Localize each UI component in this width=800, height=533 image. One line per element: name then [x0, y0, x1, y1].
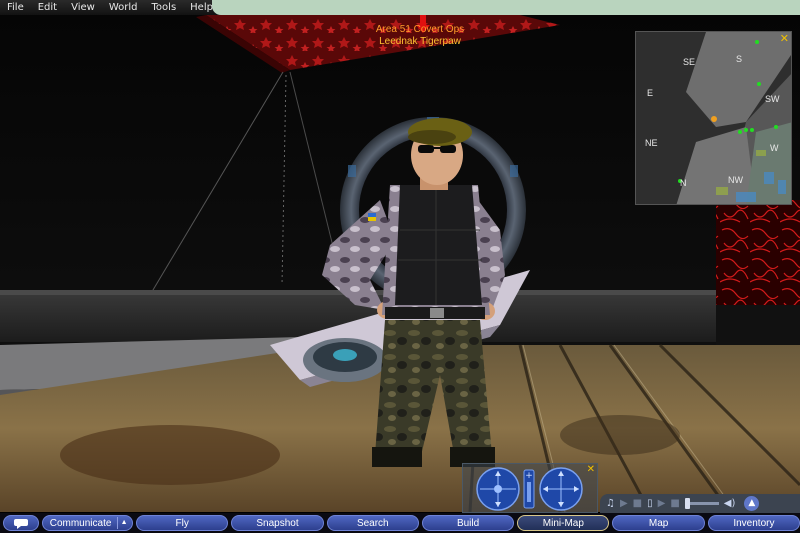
- communicate-button[interactable]: Communicate ▲: [41, 515, 134, 531]
- chat-bubble-graphic: [13, 518, 28, 529]
- compass-sw-label: SW: [765, 94, 780, 104]
- menu-edit[interactable]: Edit: [31, 0, 64, 15]
- chat-bubble-icon[interactable]: [3, 515, 39, 531]
- compass-n-label: N: [680, 178, 687, 188]
- mini-map-panel[interactable]: SE S E SW NE W N NW ✕: [635, 31, 792, 205]
- search-button[interactable]: Search: [326, 515, 419, 531]
- avatar-name: Leednak Tigerpaw: [379, 36, 461, 47]
- mini-map-terrain: [636, 32, 791, 204]
- chevron-up-icon[interactable]: ▲: [117, 517, 130, 529]
- stop-icon[interactable]: ■: [633, 494, 642, 513]
- menu-tools[interactable]: Tools: [145, 0, 184, 15]
- volume-icon[interactable]: ◀): [724, 494, 736, 513]
- play-icon[interactable]: ▶: [620, 494, 628, 513]
- mini-map-button[interactable]: Mini-Map: [517, 515, 610, 531]
- compass-nw-label: NW: [728, 175, 743, 185]
- menu-bar: File Edit View World Tools Help: [0, 0, 800, 15]
- compass-w-label: W: [770, 143, 779, 153]
- menu-file[interactable]: File: [0, 0, 31, 15]
- pan-joystick-icon[interactable]: [539, 467, 583, 511]
- menu-world[interactable]: World: [102, 0, 145, 15]
- inventory-button[interactable]: Inventory: [707, 515, 800, 531]
- menu-bar-status-area: [212, 0, 800, 15]
- bottom-toolbar: Communicate ▲ Fly Snapshot Search Build …: [0, 513, 800, 533]
- avatar-name-tag: Area 51 Covert Ops Leednak Tigerpaw: [340, 24, 500, 48]
- svg-text:+: +: [525, 471, 533, 481]
- expand-up-icon[interactable]: ▲: [744, 496, 760, 511]
- compass-se-label: SE: [683, 57, 696, 67]
- close-icon[interactable]: ✕: [780, 32, 789, 45]
- avatar-group-title: Area 51 Covert Ops: [375, 24, 465, 35]
- zoom-slider-icon[interactable]: +: [523, 469, 535, 509]
- stop-icon[interactable]: ■: [670, 494, 679, 513]
- compass-e-label: E: [647, 88, 654, 98]
- build-button[interactable]: Build: [421, 515, 515, 531]
- play-icon[interactable]: ▶: [658, 494, 666, 513]
- media-controls: ♫ ▶ ■ ▯ ▶ ■ ◀) ▲: [600, 494, 800, 513]
- snapshot-button[interactable]: Snapshot: [231, 515, 324, 531]
- compass-s-label: S: [736, 54, 743, 64]
- volume-slider-knob[interactable]: [684, 498, 690, 509]
- media-icon[interactable]: ▯: [647, 494, 653, 513]
- camera-controls-graphic: +: [476, 467, 583, 511]
- map-button[interactable]: Map: [612, 515, 705, 531]
- communicate-label: Communicate: [49, 517, 112, 529]
- fly-button[interactable]: Fly: [136, 515, 229, 531]
- volume-slider[interactable]: [684, 498, 719, 509]
- rotate-joystick-icon[interactable]: [476, 467, 520, 511]
- compass-ne-label: NE: [645, 138, 658, 148]
- menu-view[interactable]: View: [64, 0, 102, 15]
- camera-controls-panel: + ✕: [462, 463, 598, 513]
- music-icon[interactable]: ♫: [606, 494, 615, 513]
- close-icon[interactable]: ✕: [587, 464, 595, 475]
